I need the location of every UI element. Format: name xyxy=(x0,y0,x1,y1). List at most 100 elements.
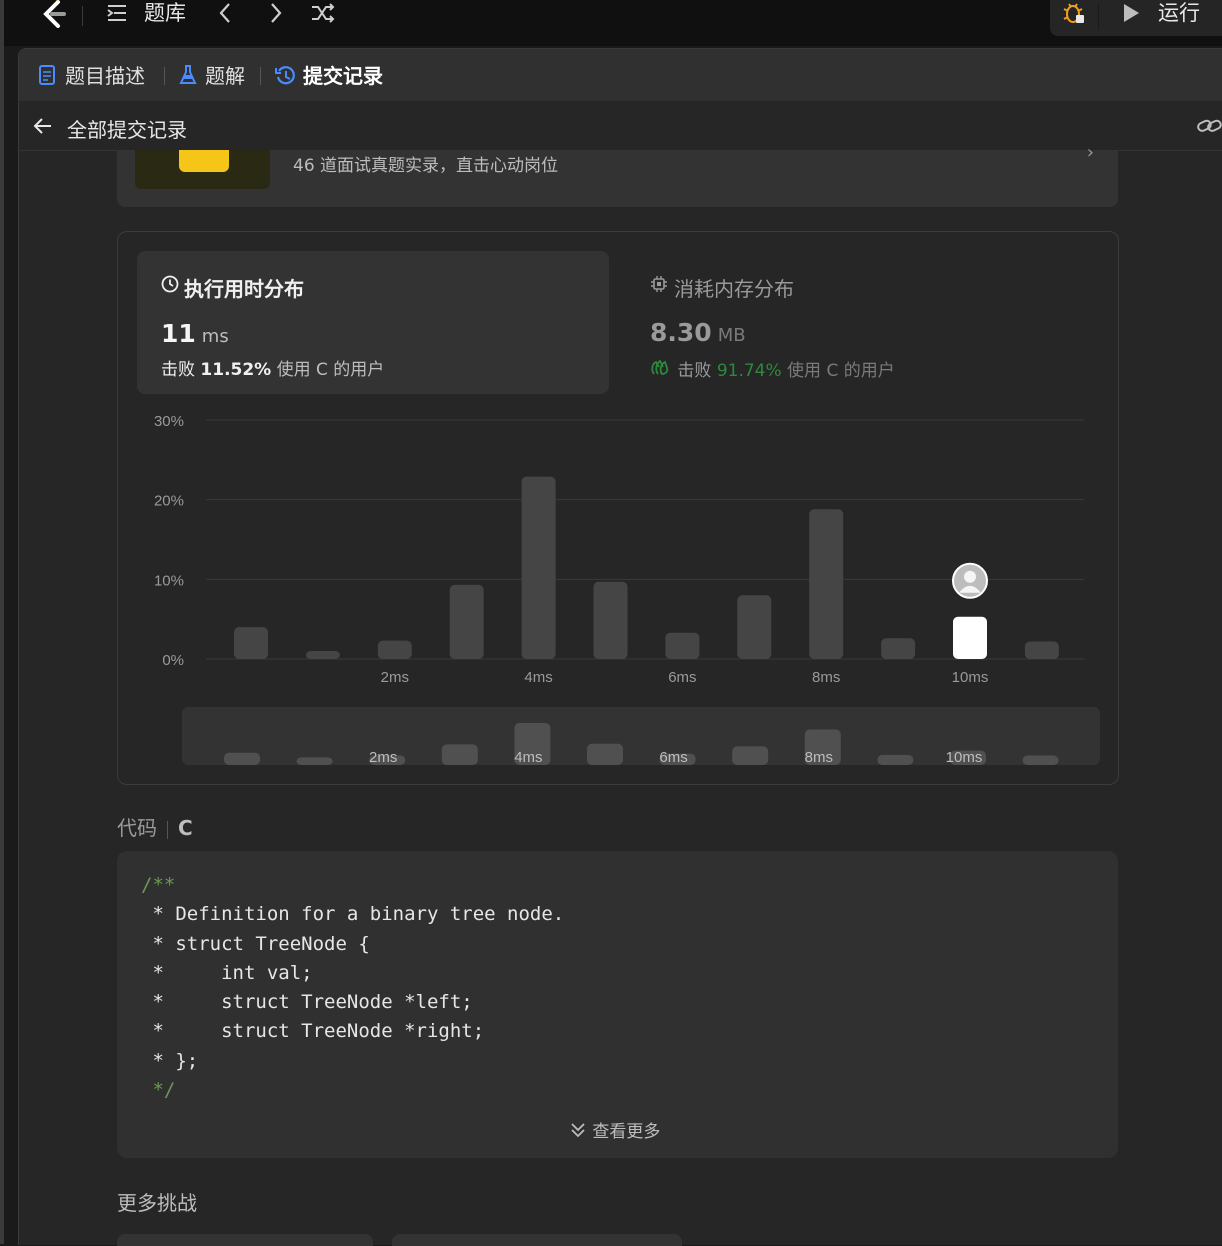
code-line: * struct TreeNode { xyxy=(141,932,370,955)
flask-icon xyxy=(179,65,197,89)
toolbar-divider xyxy=(1098,4,1099,30)
overview-bar xyxy=(587,743,623,765)
bar xyxy=(809,509,844,659)
overview-bar xyxy=(296,757,333,765)
code-title: 代码 xyxy=(117,816,157,840)
x-tick-label: 6ms xyxy=(668,669,696,686)
chevron-right-icon: › xyxy=(1086,142,1094,163)
memory-unit: MB xyxy=(717,325,746,346)
banner-text: 46 道面试真题实录，直击心动岗位 xyxy=(293,156,559,176)
performance-stats: 执行用时分布 11 ms 击败 11.52% 使用 C 的用户 消耗内存分布 8.… xyxy=(117,231,1119,785)
tab-divider xyxy=(260,67,261,85)
code-line: * Definition for a binary tree node. xyxy=(141,903,565,926)
bar xyxy=(377,640,412,659)
all-submissions-link[interactable]: 全部提交记录 xyxy=(67,114,187,143)
run-toolbar: 运行 xyxy=(1050,0,1222,36)
memory-beat-suffix: 使用 C 的用户 xyxy=(787,361,895,381)
bar xyxy=(234,627,268,659)
submission-subheader: 全部提交记录 xyxy=(19,102,1222,151)
prev-problem-icon[interactable] xyxy=(216,2,236,28)
clap-icon xyxy=(650,358,672,381)
overview-bar xyxy=(224,752,260,765)
bar xyxy=(1024,641,1059,659)
runtime-title: 执行用时分布 xyxy=(184,277,304,301)
y-tick-label: 10% xyxy=(154,572,184,589)
overview-label: 10ms xyxy=(946,749,983,766)
y-tick-label: 30% xyxy=(154,413,184,430)
user-avatar xyxy=(952,562,988,599)
next-problem-icon[interactable] xyxy=(266,2,286,28)
list-icon xyxy=(106,2,128,28)
tab-divider xyxy=(164,67,165,85)
runtime-beat-percent: 11.52% xyxy=(200,360,272,380)
challenge-card[interactable] xyxy=(392,1234,682,1246)
x-tick-label: 8ms xyxy=(812,669,840,686)
tab-solutions[interactable]: 题解 xyxy=(205,63,245,89)
x-tick-label: 10ms xyxy=(952,669,989,686)
show-more-button[interactable]: 查看更多 xyxy=(569,1117,660,1144)
runtime-unit: ms xyxy=(201,326,229,347)
left-edge-strip xyxy=(0,0,4,1244)
tab-description[interactable]: 题目描述 xyxy=(65,63,145,89)
leetcode-logo-icon[interactable] xyxy=(38,0,68,28)
code-line: */ xyxy=(141,1079,176,1102)
runtime-distribution-chart[interactable]: 0% 10% 20% 30% 2ms 4ms 6ms 8ms 10ms 2ms 4ms 6ms 8ms 1… xyxy=(118,402,1118,782)
code-content: /** * Definition for a binary tree node.… xyxy=(141,871,564,1105)
bar xyxy=(521,476,556,659)
back-arrow-icon[interactable] xyxy=(33,116,53,140)
code-line: * struct TreeNode *left; xyxy=(141,991,473,1014)
run-play-icon xyxy=(1120,2,1142,28)
memory-value-block: 8.30 MB xyxy=(650,318,746,347)
code-line: * int val; xyxy=(141,961,313,984)
bar xyxy=(593,581,628,659)
problemset-link[interactable]: 题库 xyxy=(144,0,186,26)
show-more-label: 查看更多 xyxy=(592,1122,661,1142)
overview-label: 4ms xyxy=(514,749,542,766)
overview-bar xyxy=(1022,755,1059,765)
x-tick-label: 4ms xyxy=(524,669,552,686)
code-line: * struct TreeNode *right; xyxy=(141,1020,485,1043)
code-line: * }; xyxy=(141,1049,199,1072)
runtime-beat: 击败 11.52% 使用 C 的用户 xyxy=(161,355,384,380)
chip-icon xyxy=(650,275,668,297)
code-line: /** xyxy=(141,874,176,896)
code-header: 代码 C xyxy=(117,812,193,841)
top-navbar: 题库 运行 xyxy=(4,0,1222,46)
runtime-beat-prefix: 击败 xyxy=(161,360,195,380)
code-language: C xyxy=(178,816,193,840)
link-icon[interactable] xyxy=(1197,116,1222,140)
overview-bar xyxy=(877,754,914,765)
challenge-card[interactable] xyxy=(117,1234,373,1246)
overview-label: 6ms xyxy=(659,749,687,766)
avatar-head xyxy=(964,570,976,583)
y-tick-label: 20% xyxy=(154,493,184,510)
description-icon xyxy=(39,65,55,89)
nav-divider xyxy=(82,6,83,26)
clock-icon xyxy=(161,275,179,297)
overview-label: 8ms xyxy=(805,749,833,766)
debug-bug-icon[interactable] xyxy=(1062,1,1086,29)
bar xyxy=(881,638,916,659)
runtime-value: 11 xyxy=(161,319,196,348)
tab-submissions[interactable]: 提交记录 xyxy=(303,63,383,89)
bar xyxy=(737,595,772,659)
shuffle-icon[interactable] xyxy=(310,2,336,28)
banner-thumbnail xyxy=(135,150,270,189)
tab-bar: 题目描述 题解 提交记录 xyxy=(19,49,1222,101)
memory-title[interactable]: 消耗内存分布 xyxy=(674,273,794,302)
runtime-card[interactable]: 执行用时分布 11 ms 击败 11.52% 使用 C 的用户 xyxy=(137,251,609,394)
memory-beat: 击败 91.74% 使用 C 的用户 xyxy=(650,356,895,381)
bar xyxy=(449,584,484,659)
promo-banner[interactable]: 46 道面试真题实录，直击心动岗位 › xyxy=(117,142,1118,207)
overview-bar xyxy=(441,744,478,765)
memory-value: 8.30 xyxy=(650,318,712,347)
overview-bar xyxy=(732,746,769,765)
bar-highlight xyxy=(953,616,987,659)
bar xyxy=(305,651,340,659)
memory-beat-prefix: 击败 xyxy=(677,361,712,381)
y-tick-label: 0% xyxy=(162,652,184,669)
run-button[interactable]: 运行 xyxy=(1158,0,1200,26)
more-challenges-title: 更多挑战 xyxy=(117,1191,197,1215)
code-block: /** * Definition for a binary tree node.… xyxy=(117,851,1118,1158)
x-tick-label: 2ms xyxy=(381,669,409,686)
